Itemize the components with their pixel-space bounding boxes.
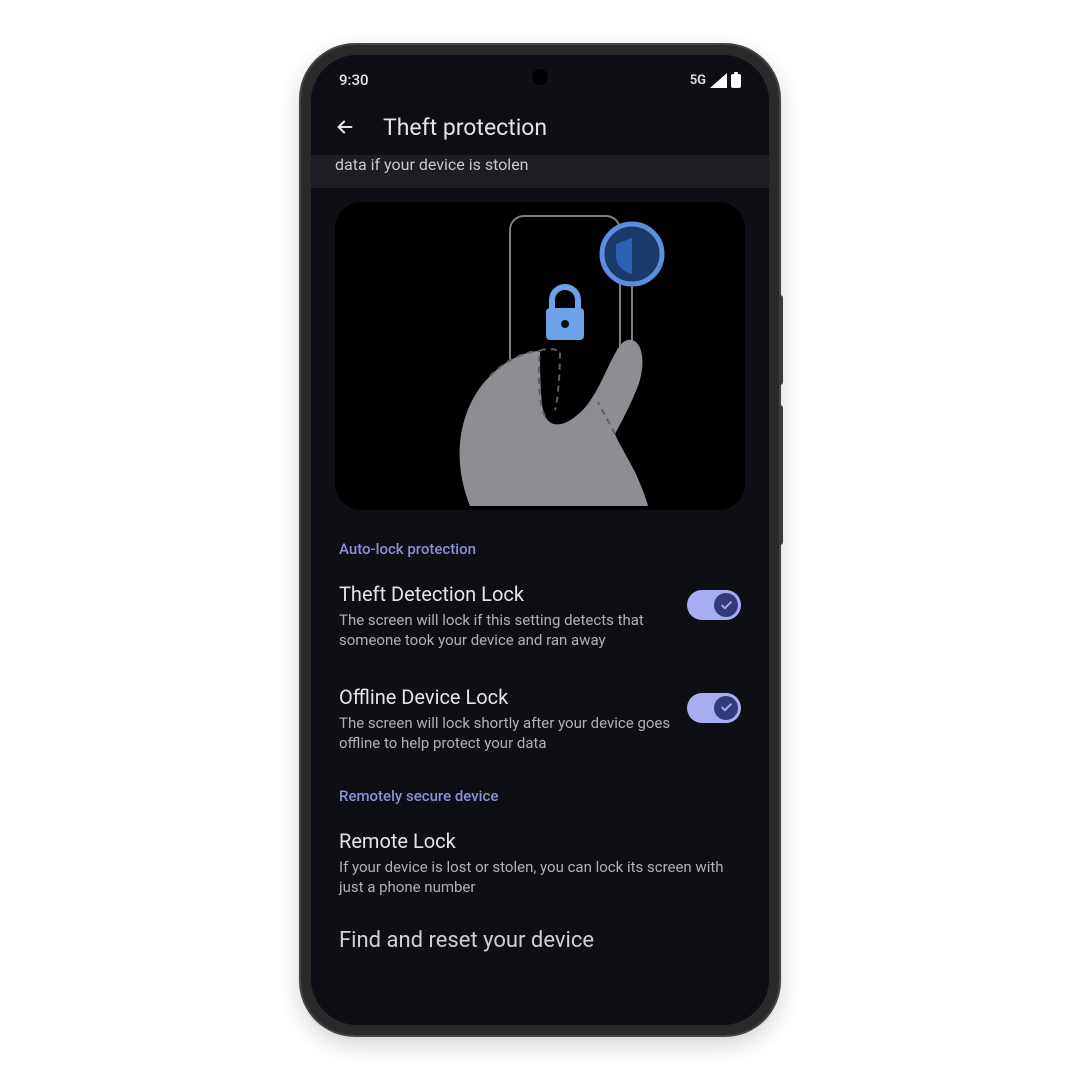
header-subtext: data if your device is stolen xyxy=(311,155,769,188)
find-reset-link[interactable]: Find and reset your device xyxy=(327,920,753,961)
theft-protection-illustration xyxy=(335,202,745,510)
status-right: 5G xyxy=(690,72,741,88)
screen: 9:30 5G Theft protection data if your de… xyxy=(311,55,769,1025)
back-button[interactable] xyxy=(331,113,359,141)
signal-icon xyxy=(710,73,727,88)
page-title: Theft protection xyxy=(383,114,547,141)
setting-title: Theft Detection Lock xyxy=(339,582,675,606)
check-icon xyxy=(720,701,733,714)
toggle-offline-device[interactable] xyxy=(687,693,741,723)
setting-remote-lock[interactable]: Remote Lock If your device is lost or st… xyxy=(327,821,753,920)
phone-frame: 9:30 5G Theft protection data if your de… xyxy=(301,45,779,1035)
network-label: 5G xyxy=(690,73,706,88)
setting-desc: The screen will lock shortly after your … xyxy=(339,713,675,754)
check-icon xyxy=(720,599,733,612)
header: Theft protection xyxy=(311,95,769,155)
setting-desc: If your device is lost or stolen, you ca… xyxy=(339,857,741,898)
setting-title: Remote Lock xyxy=(339,829,741,853)
hand-phone-illustration-icon xyxy=(380,206,700,506)
toggle-theft-detection[interactable] xyxy=(687,590,741,620)
arrow-left-icon xyxy=(334,116,356,138)
setting-desc: The screen will lock if this setting det… xyxy=(339,610,675,651)
content-scroll[interactable]: Auto-lock protection Theft Detection Loc… xyxy=(311,202,769,961)
volume-button xyxy=(779,295,783,385)
power-button xyxy=(779,405,783,545)
section-label-autolock: Auto-lock protection xyxy=(327,532,753,574)
status-time: 9:30 xyxy=(339,71,369,89)
setting-theft-detection-lock[interactable]: Theft Detection Lock The screen will loc… xyxy=(327,574,753,677)
setting-offline-device-lock[interactable]: Offline Device Lock The screen will lock… xyxy=(327,677,753,780)
camera-notch xyxy=(532,69,548,85)
battery-icon xyxy=(731,72,741,88)
section-label-remote: Remotely secure device xyxy=(327,779,753,821)
setting-title: Offline Device Lock xyxy=(339,685,675,709)
